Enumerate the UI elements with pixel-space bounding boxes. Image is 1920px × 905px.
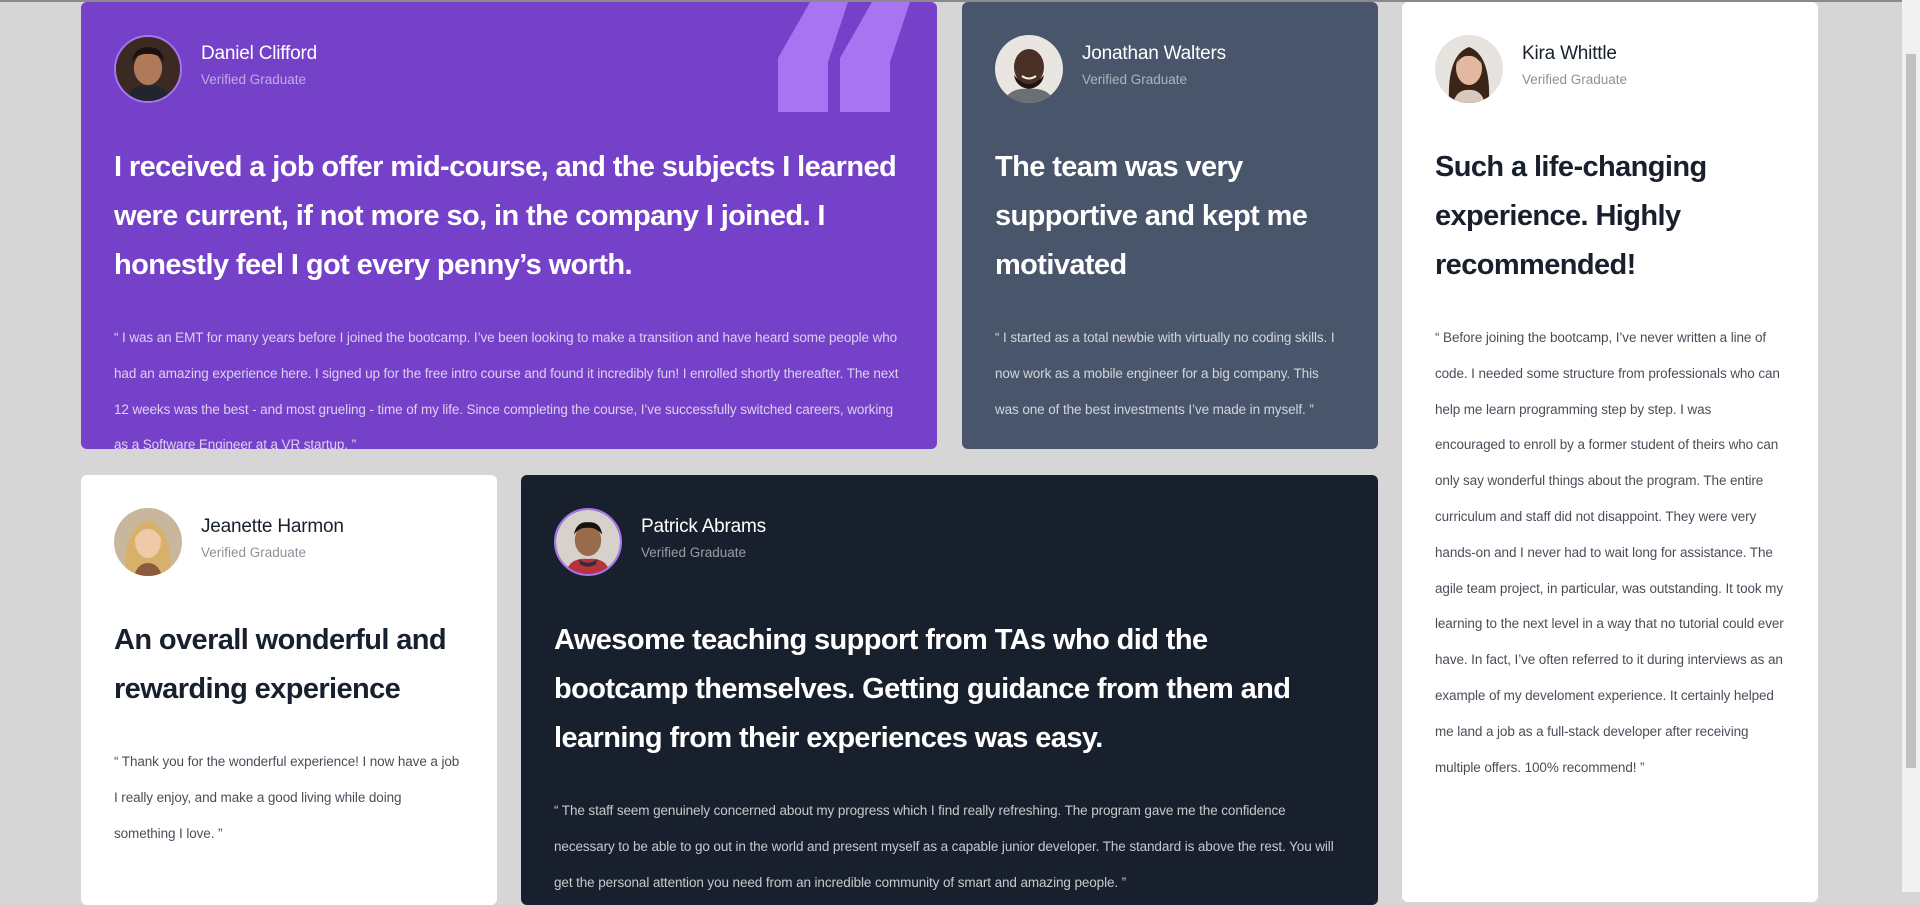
testimonial-body: “ Before joining the bootcamp, I’ve neve… (1435, 330, 1784, 775)
scrollbar-thumb[interactable] (1906, 54, 1916, 768)
testimonial-body: “ Thank you for the wonderful experience… (114, 754, 460, 841)
testimonial-card-daniel: Daniel Clifford Verified Graduate I rece… (81, 2, 937, 449)
author-role: Verified Graduate (1082, 72, 1188, 87)
author-role: Verified Graduate (201, 72, 307, 87)
author-role: Verified Graduate (1522, 72, 1628, 87)
testimonial-header: Jonathan Walters Verified Graduate (995, 35, 1345, 105)
testimonial-headline: Awesome teaching support from TAs who di… (554, 624, 1291, 754)
author-name: Kira Whittle (1522, 43, 1617, 64)
author-role: Verified Graduate (201, 545, 307, 560)
avatar (554, 508, 622, 576)
author-name: Daniel Clifford (201, 43, 317, 64)
author-name: Jeanette Harmon (201, 516, 344, 537)
testimonial-body: “ I started as a total newbie with virtu… (995, 330, 1335, 417)
testimonial-headline: An overall wonderful and rewarding exper… (114, 624, 447, 705)
avatar (114, 508, 182, 576)
testimonial-header: Jeanette Harmon Verified Graduate (114, 508, 464, 578)
avatar (114, 35, 182, 103)
testimonial-body: “ I was an EMT for many years before I j… (114, 330, 899, 449)
testimonial-headline: Such a life-changing experience. Highly … (1435, 151, 1707, 281)
testimonial-headline: I received a job offer mid-course, and t… (114, 151, 897, 281)
testimonial-headline: The team was very supportive and kept me… (995, 151, 1308, 281)
testimonial-body: “ The staff seem genuinely concerned abo… (554, 803, 1334, 890)
testimonial-card-patrick: Patrick Abrams Verified Graduate Awesome… (521, 475, 1378, 905)
testimonial-header: Patrick Abrams Verified Graduate (554, 508, 1345, 578)
author-name: Patrick Abrams (641, 516, 766, 537)
quotation-mark-icon (778, 2, 910, 112)
testimonial-header: Kira Whittle Verified Graduate (1435, 35, 1785, 105)
testimonial-card-kira: Kira Whittle Verified Graduate Such a li… (1402, 2, 1818, 902)
testimonial-card-jeanette: Jeanette Harmon Verified Graduate An ove… (81, 475, 497, 905)
avatar (1435, 35, 1503, 103)
vertical-scrollbar[interactable] (1902, 0, 1920, 892)
avatar (995, 35, 1063, 103)
author-role: Verified Graduate (641, 545, 747, 560)
testimonial-card-jonathan: Jonathan Walters Verified Graduate The t… (962, 2, 1378, 449)
author-name: Jonathan Walters (1082, 43, 1226, 64)
